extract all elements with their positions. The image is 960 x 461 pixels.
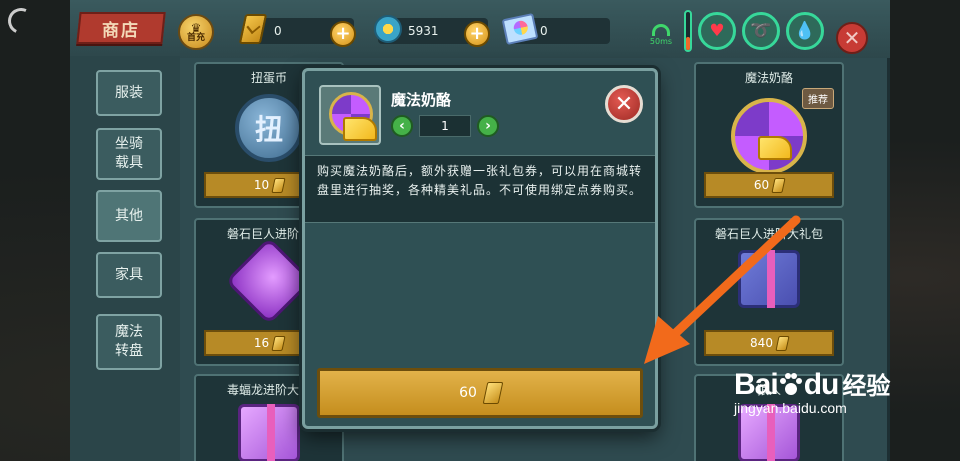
watermark-brand-a: Bai	[734, 368, 779, 401]
baidu-jingyan-watermark: Bai du 经验 jingyan.baidu.com	[734, 366, 914, 416]
watermark-brand-b: du	[803, 368, 840, 401]
watermark-brand-cn: 经验	[842, 372, 891, 400]
arrow-shaft	[659, 215, 801, 349]
paw-icon	[779, 373, 802, 395]
watermark-url: jingyan.baidu.com	[734, 400, 847, 416]
